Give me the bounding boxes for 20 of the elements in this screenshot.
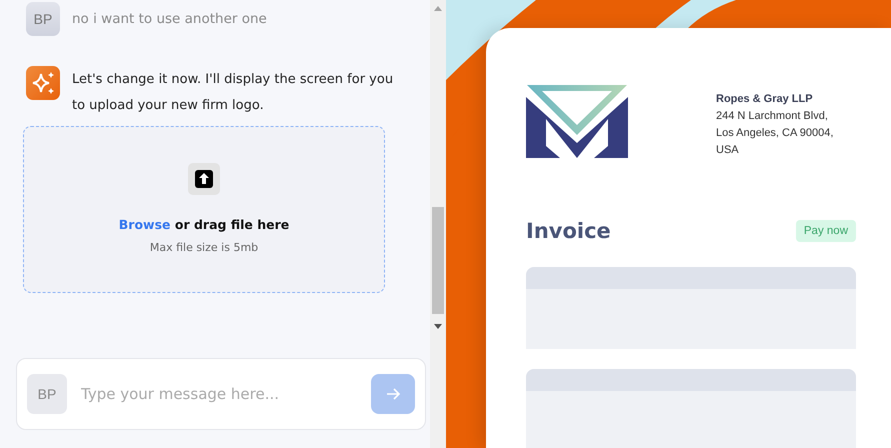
user-avatar: BP (27, 374, 67, 414)
user-avatar: BP (26, 2, 60, 36)
invoice-title: Invoice (526, 219, 611, 243)
scroll-up-icon[interactable] (434, 5, 442, 11)
file-drop-zone[interactable]: Browse or drag file here Max file size is 5mb (23, 126, 385, 293)
send-button[interactable] (371, 374, 415, 414)
drop-instruction: Browse or drag file here (118, 217, 290, 232)
pay-now-button[interactable]: Pay now (796, 220, 856, 242)
message-text: no i want to use another one (72, 11, 267, 27)
sparkle-icon (26, 66, 60, 100)
browse-link[interactable]: Browse (118, 217, 171, 232)
firm-address: Ropes & Gray LLP 244 N Larchmont Blvd, Los Angeles, CA 90004, USA (716, 92, 834, 158)
arrow-icon (385, 386, 401, 402)
scrollbar-thumb[interactable] (432, 207, 444, 314)
upload-icon (188, 163, 220, 195)
message-input[interactable]: Type your message here... (79, 384, 359, 404)
scroll-down-icon[interactable] (434, 324, 442, 330)
message-text: Let's change it now. I'll display the screen for you to upload your new firm logo. (72, 71, 394, 115)
scrollbar[interactable] (430, 0, 446, 448)
file-size-hint: Max file size is 5mb (150, 241, 258, 254)
